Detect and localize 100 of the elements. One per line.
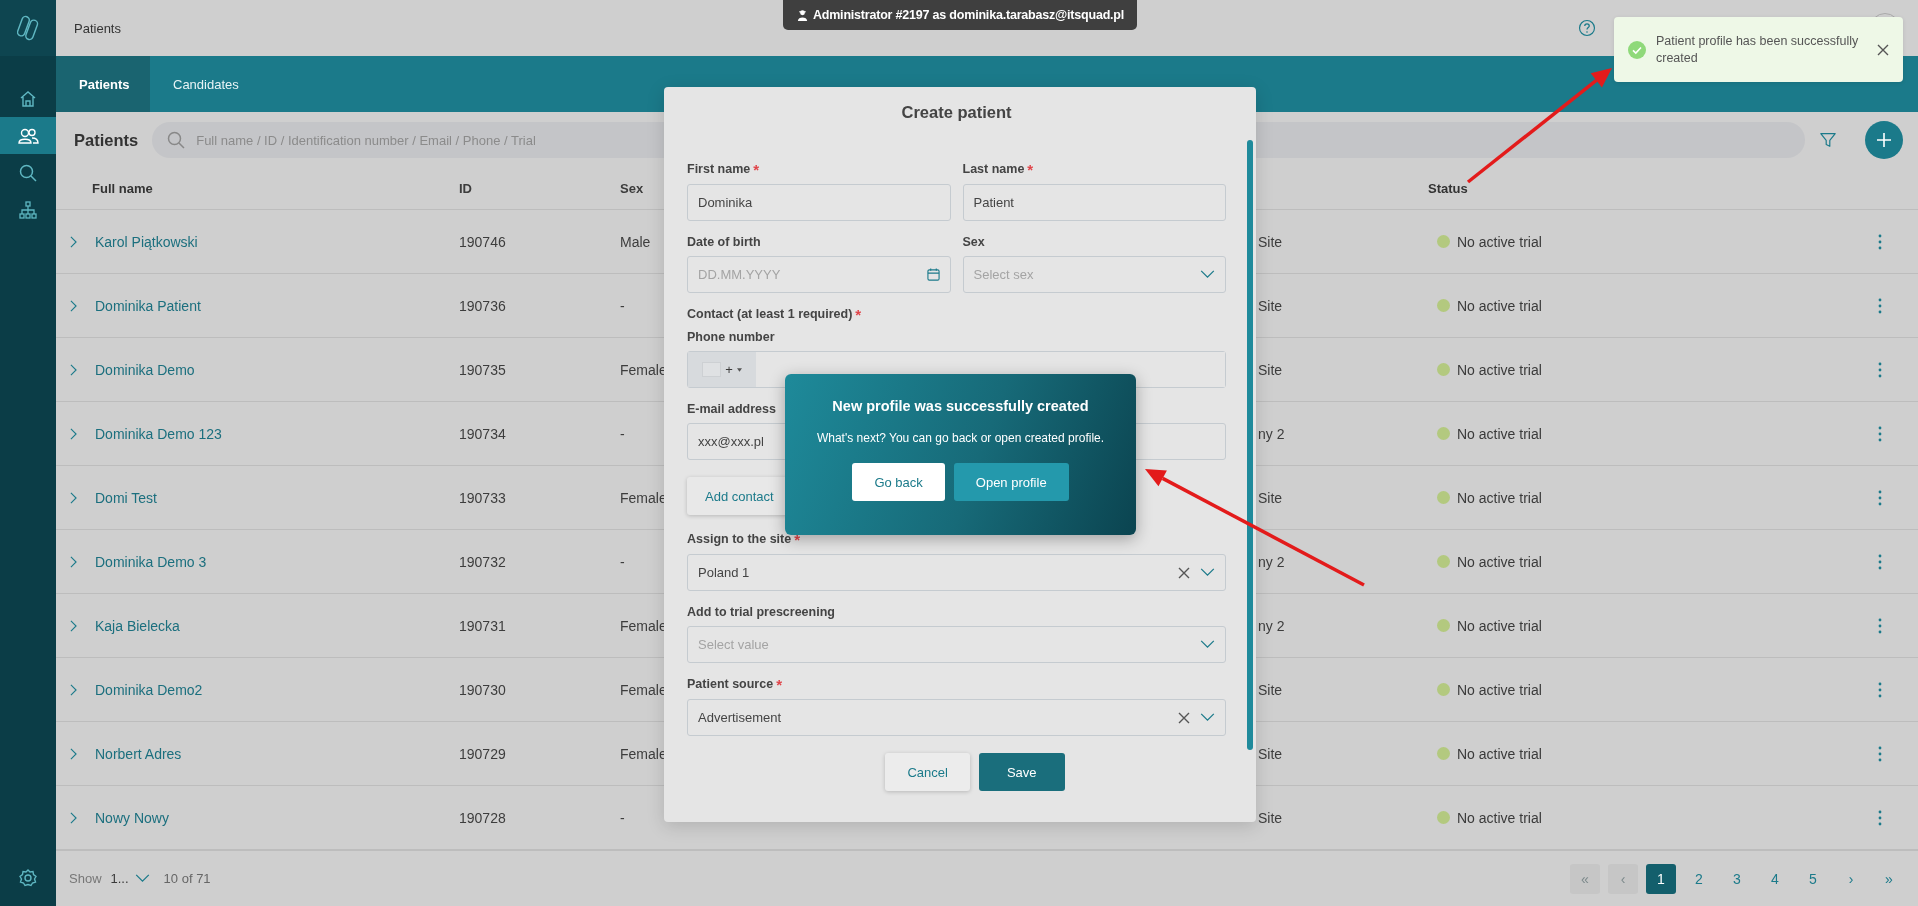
- table-cell: Site: [1258, 233, 1283, 250]
- filter-icon[interactable]: [1819, 131, 1837, 149]
- patient-name-link[interactable]: Dominika Demo 3: [95, 553, 207, 570]
- required-mark: *: [776, 677, 782, 692]
- column-header: Status: [1428, 181, 1468, 196]
- caret-icon: [736, 367, 742, 372]
- save-button[interactable]: Save: [978, 753, 1065, 791]
- more-icon[interactable]: [1878, 617, 1882, 634]
- table-cell: -: [620, 297, 625, 314]
- expand-icon[interactable]: [70, 555, 77, 568]
- page-button[interactable]: 1: [1646, 863, 1676, 894]
- patient-name-link[interactable]: Nowy Nowy: [95, 809, 169, 826]
- field-label: Phone number: [687, 330, 775, 344]
- patient-name-link[interactable]: Dominika Demo2: [95, 681, 203, 698]
- dialog-title: Create patient: [900, 102, 1013, 123]
- more-icon[interactable]: [1878, 553, 1882, 570]
- more-icon[interactable]: [1878, 489, 1882, 506]
- search-icon: [18, 162, 38, 183]
- expand-icon[interactable]: [70, 491, 77, 504]
- input-field[interactable]: Dominika: [687, 184, 951, 221]
- required-mark: *: [753, 162, 760, 177]
- expand-icon[interactable]: [70, 299, 77, 312]
- clear-icon[interactable]: [1178, 566, 1190, 579]
- select-field[interactable]: Select value: [687, 626, 1226, 663]
- calendar-icon[interactable]: [926, 268, 940, 281]
- table-cell: 190731: [459, 617, 506, 634]
- expand-icon[interactable]: [70, 363, 77, 376]
- expand-icon[interactable]: [70, 747, 77, 760]
- table-cell: -: [620, 553, 625, 570]
- cancel-button[interactable]: Cancel: [885, 753, 970, 791]
- select-field[interactable]: Select sex: [962, 256, 1226, 293]
- close-icon[interactable]: [1877, 43, 1889, 56]
- patient-name-link[interactable]: Dominika Patient: [95, 297, 201, 314]
- more-icon[interactable]: [1878, 809, 1882, 826]
- page-size-select[interactable]: 1...: [110, 871, 150, 886]
- tab[interactable]: Patients: [56, 56, 150, 112]
- sidebar-item[interactable]: [0, 117, 56, 154]
- expand-icon[interactable]: [70, 619, 77, 632]
- page-button[interactable]: »: [1874, 863, 1904, 894]
- page-button[interactable]: 5: [1798, 863, 1828, 894]
- table-cell: 190729: [459, 745, 506, 762]
- status-text: No active trial: [1457, 297, 1542, 314]
- patient-name-link[interactable]: Karol Piątkowski: [95, 233, 198, 250]
- table-cell: 190734: [459, 425, 506, 442]
- patient-name-link[interactable]: Norbert Adres: [95, 745, 182, 762]
- more-icon[interactable]: [1878, 745, 1882, 762]
- status-text: No active trial: [1457, 809, 1542, 826]
- expand-icon[interactable]: [70, 235, 77, 248]
- patient-name-link[interactable]: Domi Test: [95, 489, 157, 506]
- banner-text: Administrator #2197 as dominika.tarabasz@itsquad.pl: [812, 8, 1125, 22]
- chevron-down-icon: [134, 874, 150, 883]
- more-icon[interactable]: [1878, 361, 1882, 378]
- chevron-down-icon: [1200, 270, 1215, 279]
- user-icon: [795, 8, 809, 22]
- patient-name-link[interactable]: Kaja Bielecka: [95, 617, 180, 634]
- table-cell: ny 2: [1258, 425, 1285, 442]
- field-label: E-mail address: [687, 402, 776, 416]
- expand-icon[interactable]: [70, 811, 77, 824]
- select-field[interactable]: Poland 1: [687, 554, 1226, 591]
- select-field[interactable]: Advertisement: [687, 699, 1226, 736]
- tab[interactable]: Candidates: [150, 56, 262, 112]
- required-mark: *: [855, 307, 862, 322]
- expand-icon[interactable]: [70, 427, 77, 440]
- patient-name-link[interactable]: Dominika Demo 123: [95, 425, 222, 442]
- table-cell: 190736: [459, 297, 506, 314]
- page-button[interactable]: 3: [1722, 863, 1752, 894]
- help-icon[interactable]: [1578, 19, 1596, 37]
- column-header: Full name: [92, 181, 153, 196]
- go-back-button[interactable]: Go back: [852, 463, 945, 501]
- table-cell: 190732: [459, 553, 506, 570]
- page-button[interactable]: 4: [1760, 863, 1790, 894]
- clear-icon[interactable]: [1178, 711, 1190, 724]
- input-field[interactable]: Patient: [962, 184, 1226, 221]
- popup-text: What's next? You can go back or open created profile.: [816, 431, 1105, 445]
- status-text: No active trial: [1457, 233, 1542, 250]
- status-text: No active trial: [1457, 553, 1542, 570]
- breadcrumb: Patients: [74, 20, 121, 36]
- more-icon[interactable]: [1878, 681, 1882, 698]
- table-cell: Male: [620, 233, 651, 250]
- show-label: Show: [69, 871, 102, 886]
- country-select[interactable]: +: [688, 352, 756, 387]
- more-icon[interactable]: [1878, 425, 1882, 442]
- search-input[interactable]: Full name / ID / Identification number / Email / Phone / Trial: [194, 131, 1791, 149]
- scrollbar[interactable]: [1247, 140, 1253, 750]
- add-button[interactable]: [1865, 121, 1903, 159]
- more-icon[interactable]: [1878, 297, 1882, 314]
- page-button[interactable]: ›: [1836, 863, 1866, 894]
- field-label: Date of birth: [687, 235, 761, 249]
- more-icon[interactable]: [1878, 233, 1882, 250]
- check-icon: [1628, 40, 1646, 59]
- table-cell: Site: [1258, 489, 1283, 506]
- patient-name-link[interactable]: Dominika Demo: [95, 361, 195, 378]
- open-profile-button[interactable]: Open profile: [953, 463, 1069, 501]
- page-button[interactable]: 2: [1684, 863, 1714, 894]
- expand-icon[interactable]: [70, 683, 77, 696]
- field-label: Contact (at least 1 required): [687, 307, 853, 322]
- date-field[interactable]: DD.MM.YYYY: [687, 256, 951, 293]
- logo-icon[interactable]: [17, 14, 39, 42]
- required-mark: *: [794, 532, 801, 547]
- field-label: Patient source: [687, 677, 774, 692]
